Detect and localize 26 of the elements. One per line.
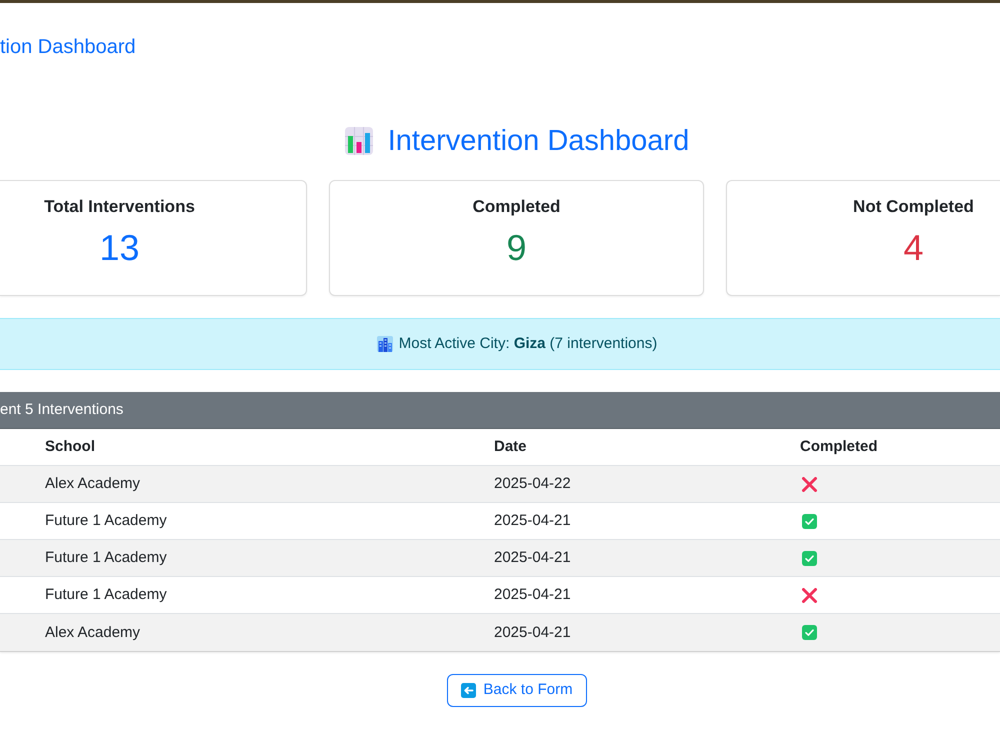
column-header: Completed (800, 438, 878, 455)
stat-value: 9 (506, 226, 527, 270)
stat-value: 13 (99, 226, 140, 270)
date-cell: 2025-04-21 (494, 586, 571, 603)
school-cell: Future 1 Academy (45, 512, 167, 529)
stat-label: Completed (472, 196, 560, 218)
school-cell: Future 1 Academy (45, 586, 167, 603)
bar-chart-icon (344, 127, 373, 155)
school-cell: Future 1 Academy (45, 549, 167, 566)
school-cell: Alex Academy (45, 475, 140, 492)
stat-label: Not Completed (853, 196, 974, 218)
column-header: School (45, 438, 96, 455)
school-cell: Alex Academy (45, 624, 140, 640)
back-to-form-button[interactable]: Back to Form (447, 674, 587, 707)
date-cell: 2025-04-21 (494, 549, 571, 566)
date-cell: 2025-04-21 (494, 512, 571, 529)
date-cell: 2025-04-21 (494, 624, 571, 640)
page-title: Intervention Dashboard (388, 124, 690, 159)
stat-value: 4 (903, 226, 924, 270)
city-buildings-icon (376, 336, 393, 352)
date-cell: 2025-04-22 (494, 475, 571, 492)
stat-label: Total Interventions (44, 196, 195, 218)
most-active-city-text: Most Active City: Giza (7 interventions) (398, 334, 658, 354)
column-header: Date (494, 438, 527, 455)
table-card-title: ent 5 Interventions (0, 400, 124, 420)
navbar-brand[interactable]: tion Dashboard (0, 32, 136, 60)
